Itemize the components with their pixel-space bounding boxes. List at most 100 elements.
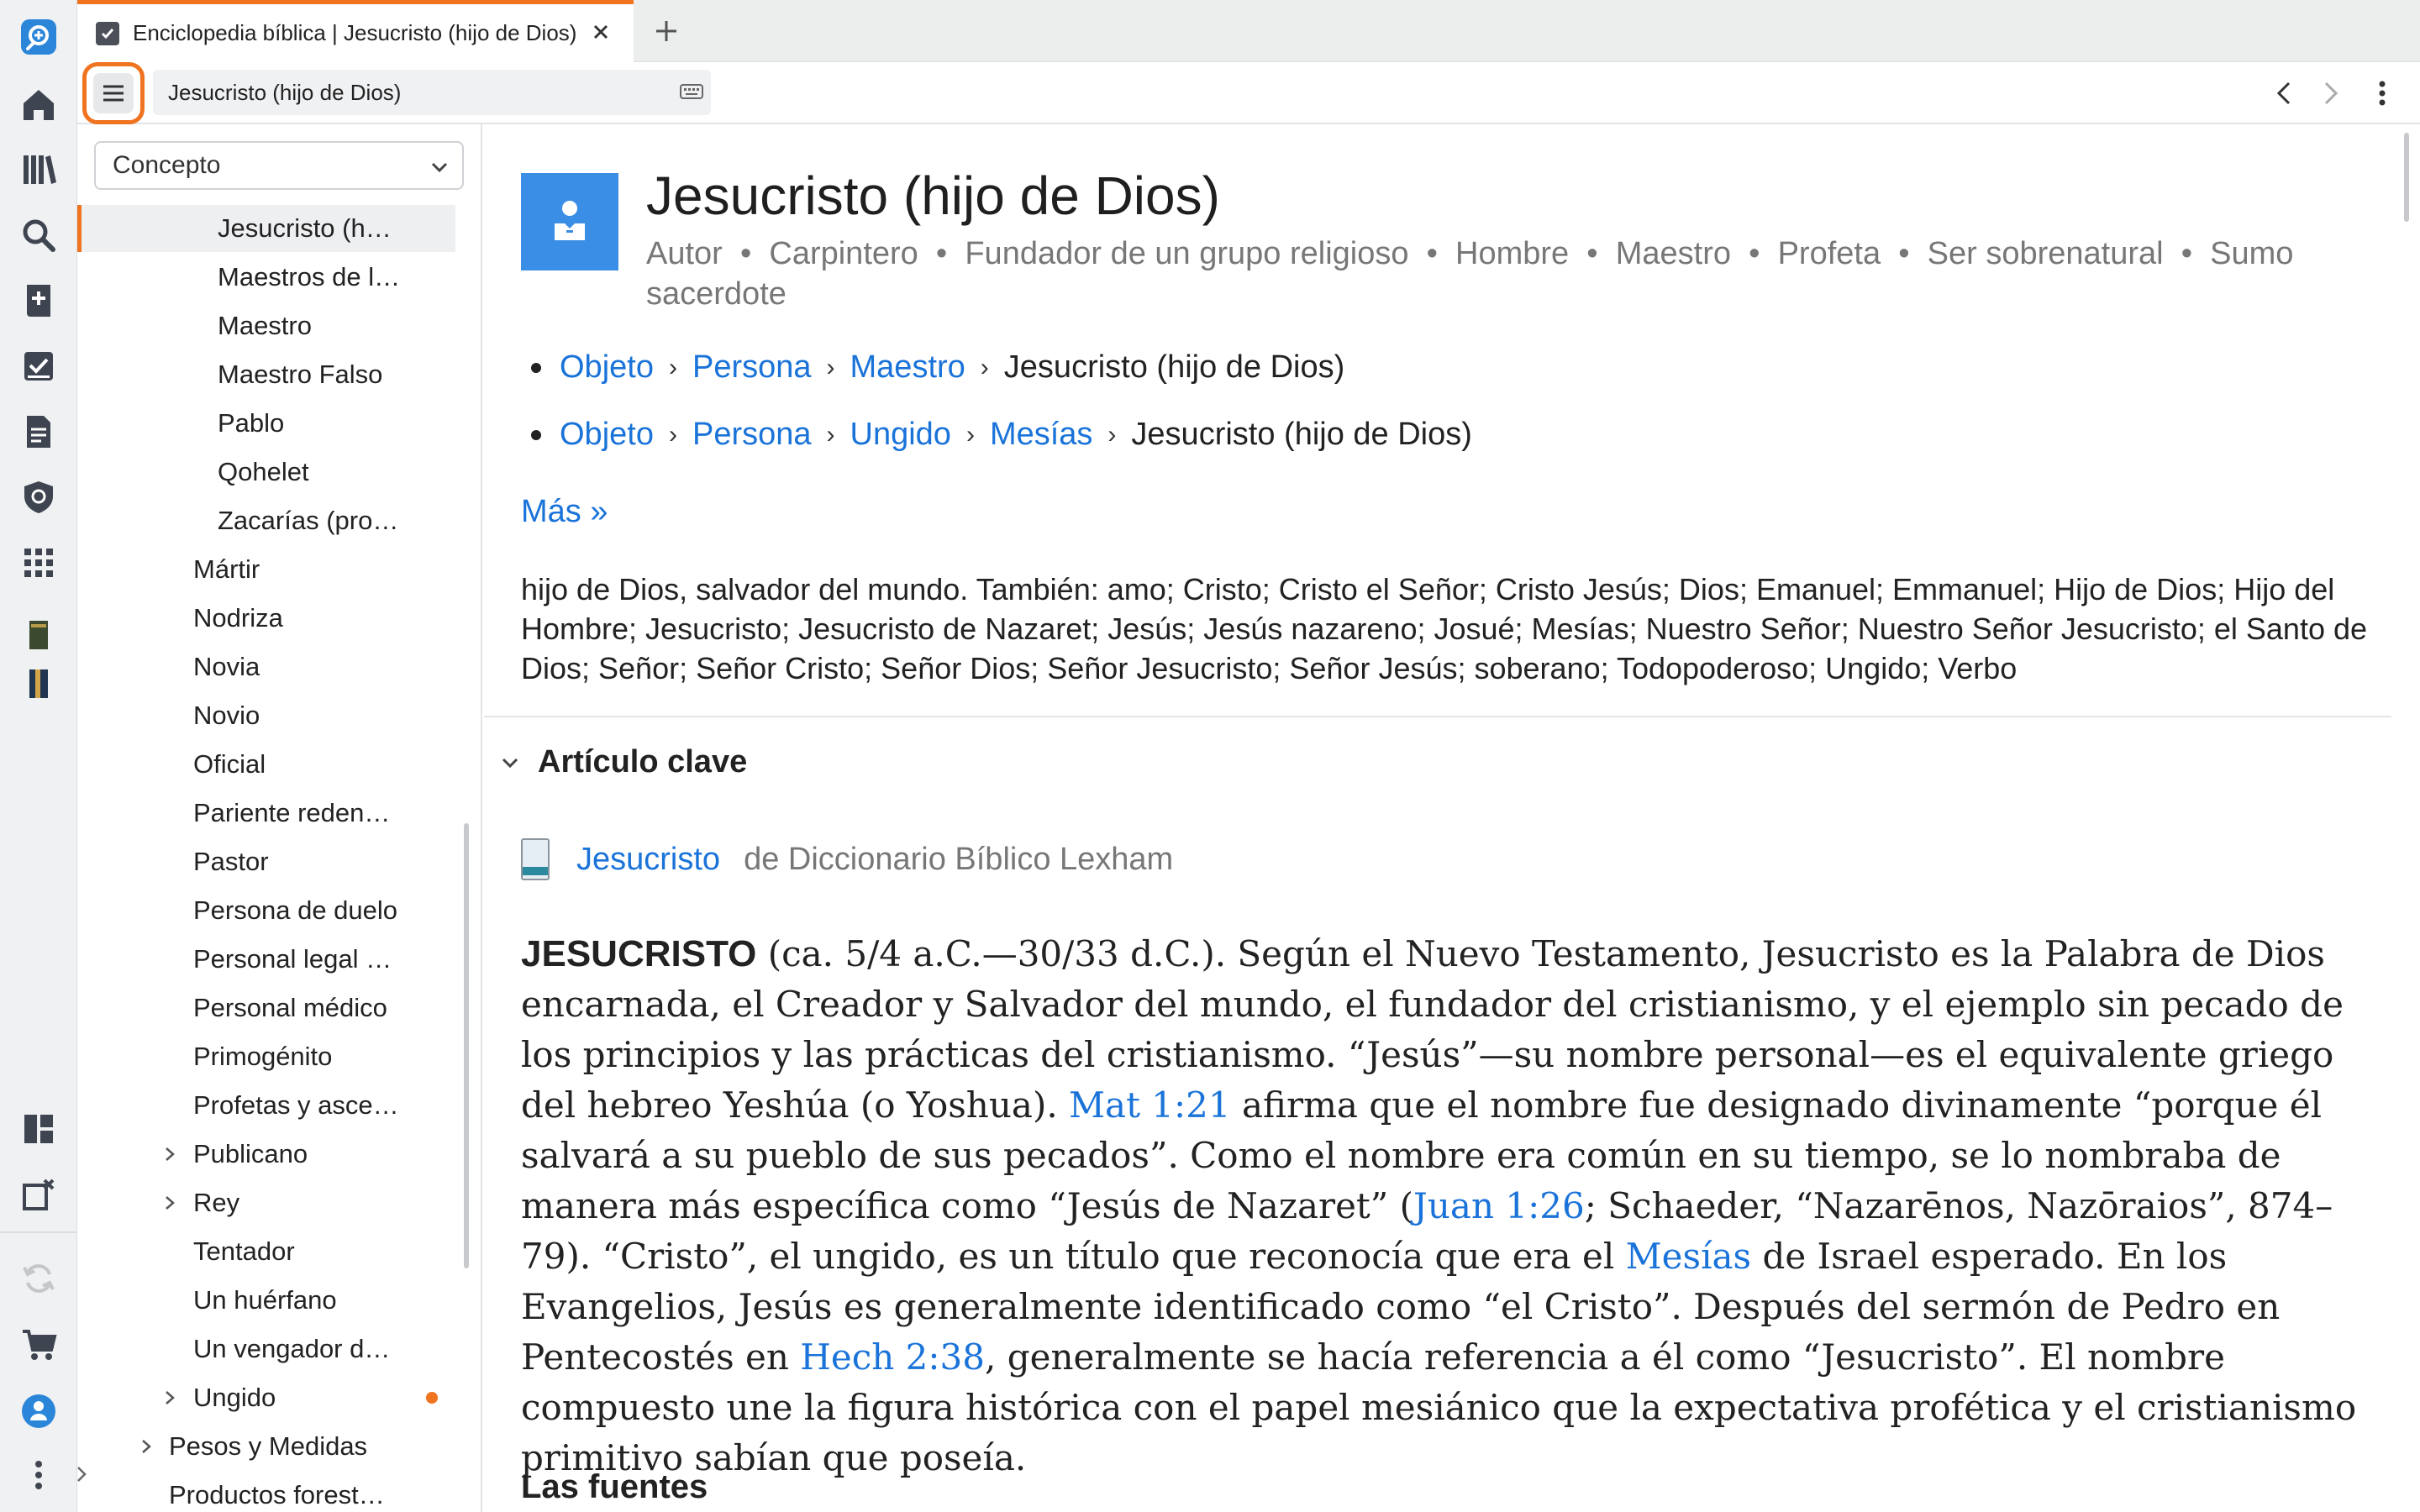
article-subheading: Las fuentes	[521, 1468, 708, 1505]
tree-item[interactable]: Mártir	[77, 546, 260, 593]
tree-item[interactable]: Pastor	[77, 838, 269, 885]
forward-icon[interactable]	[2312, 76, 2348, 111]
aliases-text: hijo de Dios, salvador del mundo. Tambié…	[521, 572, 2368, 685]
tree-item[interactable]: Oficial	[77, 741, 266, 788]
tree-item[interactable]: Personal legal …	[77, 936, 392, 983]
tree-item-selected[interactable]: Jesucristo (h…	[77, 205, 455, 252]
tree-item[interactable]: Novio	[77, 692, 260, 739]
document-icon[interactable]	[15, 408, 62, 455]
back-icon[interactable]	[2267, 76, 2302, 111]
tree-item[interactable]: Novia	[77, 643, 260, 690]
tree-item-expandable[interactable]: Publicano	[77, 1131, 308, 1178]
chevron-right-icon[interactable]	[138, 1438, 155, 1455]
close-panels-icon[interactable]	[15, 1171, 62, 1218]
tree-item-label: Jesucristo (h…	[218, 213, 392, 243]
chevron-down-icon	[429, 156, 450, 185]
role[interactable]: Profeta	[1778, 236, 1881, 271]
tree-item-expandable[interactable]: Pesos y Medidas	[77, 1423, 367, 1470]
account-icon[interactable]	[15, 1388, 62, 1435]
concept-link[interactable]: Mesías	[1626, 1236, 1751, 1277]
role[interactable]: Ser sobrenatural	[1928, 236, 2164, 271]
book-thumbnail-1[interactable]	[15, 612, 62, 659]
bible-reference-link[interactable]: Hech 2:38	[800, 1336, 985, 1378]
tree-item[interactable]: Un huérfano	[77, 1277, 337, 1324]
tree-item-expandable[interactable]: Rey	[77, 1179, 239, 1226]
tree-item[interactable]: Maestro	[77, 302, 312, 349]
tree-item[interactable]: Personal médico	[77, 984, 387, 1032]
tree-item[interactable]: Primogénito	[77, 1033, 332, 1080]
more-link[interactable]: Más »	[521, 494, 608, 530]
breadcrumb-link[interactable]: Persona	[692, 417, 812, 453]
bible-reference-link[interactable]: Mat 1:21	[1069, 1084, 1231, 1126]
apps-grid-icon[interactable]	[15, 539, 62, 586]
logos-search-icon[interactable]	[15, 13, 62, 60]
book-thumbnail-2[interactable]	[15, 660, 62, 707]
tree-item-label: Un vengador d…	[193, 1334, 391, 1363]
bible-reference-link[interactable]: Juan 1:26	[1413, 1185, 1585, 1226]
section-key-article-toggle[interactable]: Artículo clave	[499, 744, 747, 780]
book-icon	[521, 838, 550, 880]
breadcrumb: Objeto › Persona › Ungido › Mesías › Jes…	[531, 417, 1472, 453]
role[interactable]: Hombre	[1455, 236, 1569, 271]
tree-item[interactable]: Pariente reden…	[77, 790, 390, 837]
role[interactable]: Carpintero	[769, 236, 918, 271]
chevron-right-icon[interactable]	[161, 1194, 178, 1211]
checklist-icon[interactable]	[15, 343, 62, 390]
tree-item-expandable[interactable]: Ungido	[77, 1374, 455, 1421]
rail-divider	[0, 1231, 77, 1233]
tree-item[interactable]: Zacarías (pro…	[77, 497, 398, 544]
tree-item[interactable]: Tentador	[77, 1228, 295, 1275]
sync-icon[interactable]	[15, 1255, 62, 1302]
search-icon[interactable]	[15, 212, 62, 259]
bible-add-icon[interactable]	[15, 277, 62, 324]
role[interactable]: Maestro	[1616, 236, 1731, 271]
concept-selector[interactable]: Concepto	[94, 141, 464, 190]
address-field[interactable]: Jesucristo (hijo de Dios)	[153, 70, 711, 115]
breadcrumb-separator: ›	[826, 420, 835, 449]
breadcrumb-link[interactable]: Maestro	[850, 349, 965, 386]
chevron-right-icon[interactable]	[161, 1389, 178, 1406]
sidebar-scrollbar[interactable]	[464, 823, 469, 1268]
breadcrumb-link[interactable]: Ungido	[850, 417, 951, 453]
tab-close-icon[interactable]	[587, 18, 615, 46]
tree-item[interactable]: Profetas y asce…	[77, 1082, 399, 1129]
tab-enciclopedia[interactable]: Enciclopedia bíblica | Jesucristo (hijo …	[77, 0, 634, 62]
home-icon[interactable]	[15, 81, 62, 128]
tree-item[interactable]: Un vengador d…	[77, 1326, 390, 1373]
layout-icon[interactable]	[15, 1105, 62, 1152]
role[interactable]: Autor	[646, 236, 723, 271]
source-link[interactable]: Jesucristo	[576, 842, 720, 878]
tree-item[interactable]: Maestros de l…	[77, 254, 400, 301]
left-rail	[0, 0, 77, 1512]
breadcrumb-link[interactable]: Mesías	[990, 417, 1092, 453]
page-title: Jesucristo (hijo de Dios)	[646, 165, 1220, 226]
tree-item-label: Maestro Falso	[218, 360, 383, 389]
tree-item[interactable]: Maestro Falso	[77, 351, 382, 398]
new-tab-icon[interactable]	[647, 12, 686, 50]
breadcrumb-link[interactable]: Objeto	[560, 349, 654, 386]
tree-item-label: Maestros de l…	[218, 262, 401, 291]
collapse-rail-icon[interactable]	[66, 1458, 97, 1490]
tree-item[interactable]: Qohelet	[77, 449, 309, 496]
tree-item[interactable]: Productos forest…	[77, 1472, 385, 1512]
tree-item[interactable]: Pablo	[77, 400, 284, 447]
keyboard-icon[interactable]	[679, 80, 704, 109]
library-icon[interactable]	[15, 146, 62, 193]
role[interactable]: Fundador de un grupo religioso	[965, 236, 1408, 271]
panel-menu-button[interactable]	[82, 62, 145, 124]
tree-item-label: Personal médico	[193, 993, 387, 1022]
shield-icon[interactable]	[15, 474, 62, 521]
breadcrumb-link[interactable]: Persona	[692, 349, 812, 386]
chevron-right-icon[interactable]	[161, 1146, 178, 1163]
more-options-icon[interactable]	[2365, 76, 2400, 111]
main-scrollbar[interactable]	[2404, 133, 2409, 222]
tree-item-label: Pariente reden…	[193, 798, 391, 827]
tree-item[interactable]: Nodriza	[77, 595, 283, 642]
section-divider	[484, 716, 2391, 717]
cart-icon[interactable]	[15, 1320, 62, 1368]
breadcrumb-link[interactable]: Objeto	[560, 417, 654, 453]
tree-item[interactable]: Persona de duelo	[77, 887, 397, 934]
tree-item-label: Personal legal …	[193, 944, 392, 974]
tree-item-label: Pastor	[193, 847, 269, 876]
more-vertical-icon[interactable]	[15, 1452, 62, 1499]
